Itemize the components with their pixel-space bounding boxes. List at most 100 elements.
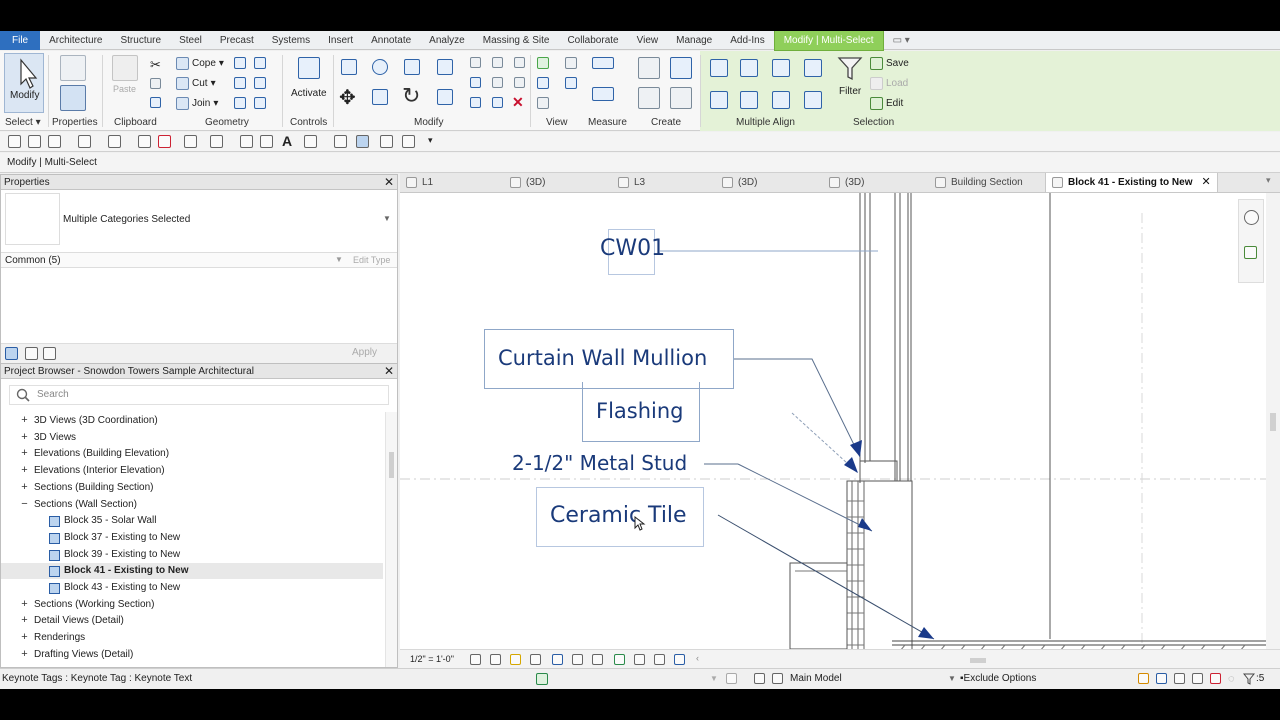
create-group-icon[interactable] <box>670 87 692 109</box>
detail-level-icon[interactable] <box>470 654 481 665</box>
chevron-down-icon[interactable]: ▼ <box>710 669 718 689</box>
highlight-displacement-icon[interactable] <box>674 654 685 665</box>
steering-wheel-icon[interactable] <box>1244 210 1259 225</box>
delete-qa-icon[interactable] <box>158 135 171 148</box>
tab-manage[interactable]: Manage <box>667 31 721 50</box>
browser-category[interactable]: +3D Views (3D Coordination) <box>1 413 383 429</box>
print-icon[interactable] <box>138 135 151 148</box>
redo-icon[interactable] <box>108 135 121 148</box>
align-icon[interactable] <box>341 59 357 75</box>
trim-single-icon[interactable] <box>470 97 481 108</box>
tab-file[interactable]: File <box>0 31 41 50</box>
browser-view-item[interactable]: Block 41 - Existing to New <box>1 563 383 580</box>
cope-button[interactable]: Cope ▾ <box>176 57 224 70</box>
align-top-icon[interactable] <box>710 59 728 77</box>
cut-geometry-button[interactable]: Cut ▾ <box>176 77 216 90</box>
drag-elements-icon[interactable] <box>1210 673 1221 684</box>
browser-category[interactable]: + Sections (Building Section) <box>1 480 383 496</box>
worksets-icon[interactable] <box>536 673 548 685</box>
tab-massing-site[interactable]: Massing & Site <box>474 31 559 50</box>
activate-dimensions-icon[interactable] <box>298 57 320 79</box>
select-dropdown[interactable]: Select ▾ <box>5 117 41 128</box>
tab-annotate[interactable]: Annotate <box>362 31 420 50</box>
main-model-select[interactable]: Main Model <box>790 669 842 689</box>
thin-lines-icon[interactable] <box>356 135 369 148</box>
shadows-icon[interactable] <box>530 654 541 665</box>
expand-icon[interactable]: + <box>19 648 30 660</box>
close-icon[interactable]: ✕ <box>384 364 394 378</box>
pin-icon[interactable] <box>514 57 525 68</box>
browser-view-item[interactable]: Block 35 - Solar Wall <box>1 513 383 529</box>
select-links-icon[interactable] <box>1138 673 1149 684</box>
close-icon[interactable]: ✕ <box>1201 173 1210 192</box>
switch-windows-icon[interactable] <box>402 135 415 148</box>
tab-view-l3[interactable]: L3 <box>618 173 645 192</box>
browser-search-input[interactable]: Search <box>9 385 389 405</box>
tab-modify-multi-select[interactable]: Modify | Multi-Select <box>773 31 884 51</box>
default-3d-icon[interactable] <box>304 135 317 148</box>
tab-precast[interactable]: Precast <box>211 31 263 50</box>
filter-icon[interactable] <box>1243 673 1255 685</box>
chevron-down-icon[interactable]: ▼ <box>383 214 391 223</box>
ribbon-display-toggle-icon[interactable]: ▭ ▾ <box>884 31 919 50</box>
browser-view-item[interactable]: Block 43 - Existing to New <box>1 580 383 596</box>
align-center-vertical-icon[interactable] <box>740 59 758 77</box>
tab-view[interactable]: View <box>628 31 668 50</box>
section-qa-icon[interactable] <box>334 135 347 148</box>
categorized-icon[interactable] <box>5 347 18 360</box>
tab-view-l1[interactable]: L1 <box>406 173 433 192</box>
tab-view-3d[interactable]: (3D) <box>510 173 545 192</box>
browser-scrollbar[interactable] <box>385 412 397 667</box>
create-assembly-icon[interactable] <box>638 57 660 79</box>
browser-view-item[interactable]: Block 39 - Existing to New <box>1 547 383 563</box>
align-right-icon[interactable] <box>772 91 790 109</box>
dimension-qa-icon[interactable] <box>210 135 223 148</box>
type-selector[interactable]: Multiple Categories Selected <box>63 214 190 225</box>
expand-icon[interactable]: + <box>19 448 30 459</box>
close-icon[interactable]: ✕ <box>384 175 394 189</box>
tab-steel[interactable]: Steel <box>170 31 211 50</box>
browser-category[interactable]: + Elevations (Building Elevation) <box>1 446 383 462</box>
tab-architecture[interactable]: Architecture <box>40 31 111 50</box>
crop-region-icon[interactable] <box>572 654 583 665</box>
edit-type-button[interactable]: Edit Type <box>353 255 390 265</box>
tab-add-ins[interactable]: Add-Ins <box>721 31 773 50</box>
expand-icon[interactable]: + <box>19 615 30 626</box>
split-face-icon[interactable] <box>234 57 246 69</box>
scroll-thumb[interactable] <box>1270 413 1276 431</box>
reveal-hidden-icon[interactable] <box>614 654 625 665</box>
align-center-horizontal-icon[interactable] <box>740 91 758 109</box>
expand-icon[interactable]: + <box>19 481 30 493</box>
view-filter-icon[interactable] <box>565 77 577 89</box>
paste-icon[interactable] <box>112 55 138 81</box>
scroll-thumb[interactable] <box>389 452 394 478</box>
properties-icon[interactable] <box>60 85 86 111</box>
sun-path-icon[interactable] <box>510 654 521 665</box>
expand-icon[interactable]: + <box>19 632 30 643</box>
trim-multiple-icon[interactable] <box>492 97 503 108</box>
edit-selection-button[interactable]: Edit <box>870 97 903 110</box>
text-icon[interactable]: A <box>282 133 292 149</box>
model-icon[interactable] <box>754 673 765 684</box>
browser-category[interactable]: + Renderings <box>1 630 383 646</box>
select-underlay-icon[interactable] <box>1156 673 1167 684</box>
expand-icon[interactable]: + <box>19 598 30 610</box>
apply-button[interactable]: Apply <box>352 347 377 358</box>
hammer-icon[interactable] <box>254 97 266 109</box>
wall-joins-icon[interactable] <box>234 77 246 89</box>
distribute-vertical-icon[interactable] <box>804 59 822 77</box>
visibility-icon[interactable] <box>537 97 549 109</box>
paint-icon[interactable] <box>254 57 266 69</box>
main-model-icon[interactable] <box>772 673 783 684</box>
sync-icon[interactable] <box>48 135 61 148</box>
zoom-region-icon[interactable] <box>1244 246 1257 259</box>
modify-tool-button[interactable]: Modify <box>4 53 44 113</box>
visual-style-icon[interactable] <box>490 654 501 665</box>
unjoin-icon[interactable] <box>234 97 246 109</box>
match-type-icon[interactable] <box>150 97 161 108</box>
tab-view-3d[interactable]: (3D) <box>829 173 864 192</box>
create-similar-icon[interactable] <box>670 57 692 79</box>
browser-category[interactable]: +3D Views <box>1 430 383 446</box>
browser-category[interactable]: − Sections (Wall Section) <box>1 497 383 513</box>
split-gap-icon[interactable] <box>492 57 503 68</box>
